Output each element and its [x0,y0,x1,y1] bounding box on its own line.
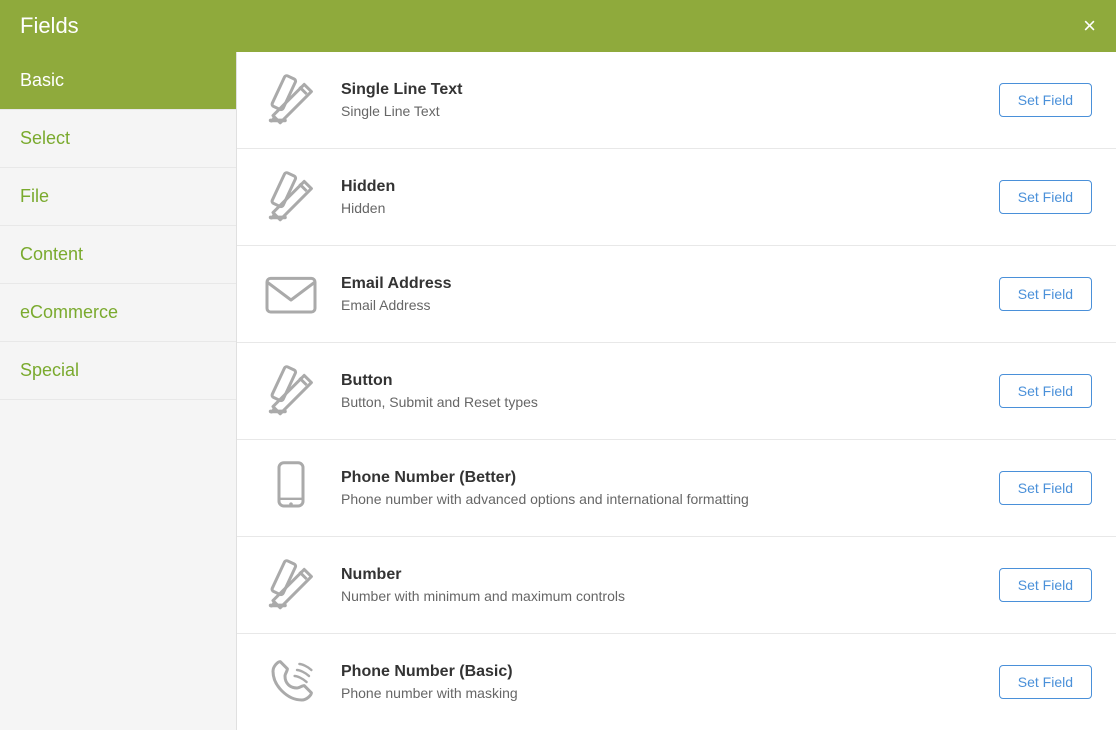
field-name: Email Address [341,275,979,293]
sidebar-item-special[interactable]: Special [0,342,236,400]
field-info: Phone Number (Basic) Phone number with ma… [341,663,979,701]
sidebar-item-content[interactable]: Content [0,226,236,284]
field-description: Phone number with masking [341,685,979,701]
field-row: Button Button, Submit and Reset types Set … [237,343,1116,440]
field-info: Number Number with minimum and maximum co… [341,566,979,604]
field-name: Phone Number (Basic) [341,663,979,681]
field-info: Email Address Email Address [341,275,979,313]
modal-body: BasicSelectFileContenteCommerceSpecial S… [0,52,1116,730]
fields-modal: Fields × BasicSelectFileContenteCommerce… [0,0,1116,730]
set-field-button[interactable]: Set Field [999,374,1092,408]
mobile-icon [261,458,321,518]
field-description: Email Address [341,297,979,313]
field-list: Single Line Text Single Line Text Set Fiel… [237,52,1116,730]
field-row: Phone Number (Basic) Phone number with ma… [237,634,1116,730]
sidebar-item-select[interactable]: Select [0,110,236,168]
field-name: Number [341,566,979,584]
set-field-button[interactable]: Set Field [999,568,1092,602]
close-button[interactable]: × [1083,15,1096,37]
pencil-icon [261,555,321,615]
modal-header: Fields × [0,0,1116,52]
sidebar-item-file[interactable]: File [0,168,236,226]
field-description: Single Line Text [341,103,979,119]
field-row: Phone Number (Better) Phone number with a… [237,440,1116,537]
field-row: Hidden Hidden Set Field [237,149,1116,246]
phone-icon [261,652,321,712]
sidebar-item-basic[interactable]: Basic [0,52,236,110]
pencil-icon [261,167,321,227]
field-row: Email Address Email Address Set Field [237,246,1116,343]
field-info: Single Line Text Single Line Text [341,81,979,119]
set-field-button[interactable]: Set Field [999,180,1092,214]
set-field-button[interactable]: Set Field [999,277,1092,311]
sidebar-item-ecommerce[interactable]: eCommerce [0,284,236,342]
set-field-button[interactable]: Set Field [999,665,1092,699]
field-info: Button Button, Submit and Reset types [341,372,979,410]
field-name: Phone Number (Better) [341,469,979,487]
field-description: Number with minimum and maximum controls [341,588,979,604]
field-info: Phone Number (Better) Phone number with a… [341,469,979,507]
field-description: Button, Submit and Reset types [341,394,979,410]
pencil-icon [261,70,321,130]
field-description: Phone number with advanced options and i… [341,491,979,507]
field-row: Single Line Text Single Line Text Set Fiel… [237,52,1116,149]
modal-title: Fields [20,13,79,39]
set-field-button[interactable]: Set Field [999,471,1092,505]
field-row: Number Number with minimum and maximum co… [237,537,1116,634]
field-name: Hidden [341,178,979,196]
field-description: Hidden [341,200,979,216]
field-name: Single Line Text [341,81,979,99]
field-info: Hidden Hidden [341,178,979,216]
sidebar: BasicSelectFileContenteCommerceSpecial [0,52,237,730]
pencil-icon [261,361,321,421]
set-field-button[interactable]: Set Field [999,83,1092,117]
field-name: Button [341,372,979,390]
email-icon [261,264,321,324]
